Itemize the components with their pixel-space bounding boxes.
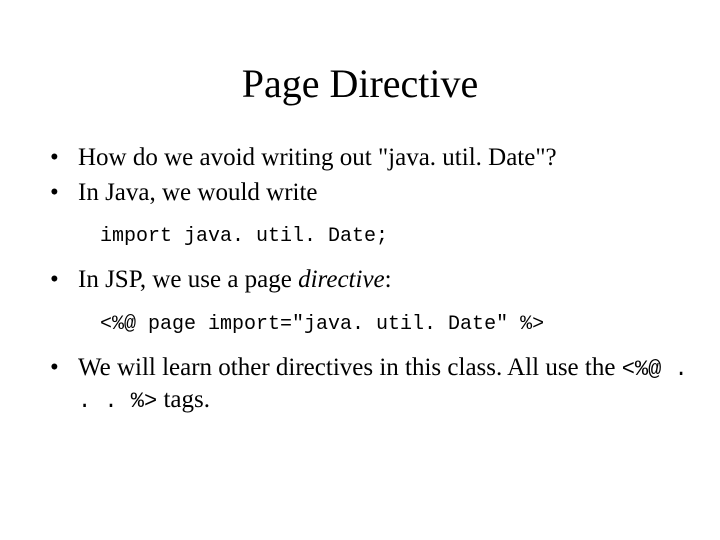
bullet-list: How do we avoid writing out "java. util.… — [50, 142, 690, 209]
slide: Page Directive How do we avoid writing o… — [0, 0, 720, 540]
bullet-2: In Java, we would write — [50, 177, 690, 210]
bullet-4-pre: We will learn other directives in this c… — [78, 354, 622, 381]
bullet-2-text: In Java, we would write — [78, 179, 318, 206]
bullet-4-post: tags. — [157, 386, 210, 413]
bullet-list-2: In JSP, we use a page directive: — [50, 264, 690, 297]
bullet-3-post: : — [385, 266, 392, 293]
bullet-1: How do we avoid writing out "java. util.… — [50, 142, 690, 175]
slide-title: Page Directive — [30, 60, 690, 107]
bullet-3-em: directive — [298, 266, 385, 293]
code-page-directive: <%@ page import="java. util. Date" %> — [100, 313, 690, 336]
bullet-3-pre: In JSP, we use a page — [78, 266, 298, 293]
bullet-4: We will learn other directives in this c… — [50, 352, 690, 417]
bullet-3: In JSP, we use a page directive: — [50, 264, 690, 297]
bullet-1-text: How do we avoid writing out "java. util.… — [78, 144, 557, 171]
code-import-java: import java. util. Date; — [100, 225, 690, 248]
bullet-list-3: We will learn other directives in this c… — [50, 352, 690, 417]
